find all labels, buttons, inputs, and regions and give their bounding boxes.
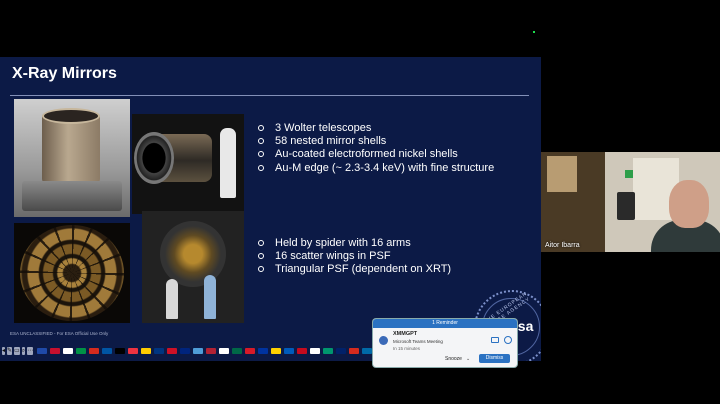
- more-options-icon[interactable]: ⋯: [27, 347, 34, 355]
- flag-icon: [89, 348, 100, 354]
- flag-icon: [167, 348, 178, 354]
- flag-icon: [63, 348, 74, 354]
- reminder-title: XMMGPT: [393, 331, 418, 337]
- bullet-icon: [258, 252, 264, 259]
- status-led: [533, 31, 535, 33]
- bullet-icon: [258, 124, 264, 131]
- slide-toolbar: ◂ ✎ ▭ ⌕ ⋯: [0, 345, 386, 357]
- bullet-item: 16 scatter wings in PSF: [258, 249, 451, 262]
- bullet-icon: [258, 239, 264, 246]
- flag-icon: [154, 348, 165, 354]
- flag-icon: [323, 348, 334, 354]
- snooze-button[interactable]: Snooze: [445, 356, 462, 362]
- flag-icon: [115, 348, 126, 354]
- bullet-icon: [258, 151, 264, 158]
- chat-icon[interactable]: [504, 336, 512, 344]
- view-icon[interactable]: ▭: [14, 347, 20, 355]
- participant-name: Aitor Ibarra: [545, 242, 580, 249]
- flag-icon: [141, 348, 152, 354]
- bullet-item: 3 Wolter telescopes: [258, 121, 494, 134]
- flag-icon: [310, 348, 321, 354]
- participant-face: [669, 180, 709, 228]
- bullet-item: Au-M edge (~ 2.3-3.4 keV) with fine stru…: [258, 161, 494, 174]
- flag-icon: [297, 348, 308, 354]
- flag-icon: [50, 348, 61, 354]
- bullet-list-top: 3 Wolter telescopes 58 nested mirror she…: [258, 121, 494, 174]
- dismiss-button[interactable]: Dismiss: [479, 354, 510, 363]
- bullet-list-bottom: Held by spider with 16 arms 16 scatter w…: [258, 236, 451, 276]
- flag-icon: [76, 348, 87, 354]
- bullet-icon: [258, 164, 264, 171]
- previous-slide-icon[interactable]: ◂: [2, 347, 6, 355]
- flag-icon: [258, 348, 269, 354]
- zoom-icon[interactable]: ⌕: [21, 347, 26, 355]
- reminder-notification: 1 Reminder XMMGPT Microsoft Teams Meetin…: [373, 319, 517, 367]
- reminder-subtitle: Microsoft Teams Meeting: [393, 339, 443, 344]
- member-state-flags: [37, 348, 388, 354]
- flag-icon: [349, 348, 360, 354]
- bullet-item: Held by spider with 16 arms: [258, 236, 451, 249]
- flag-icon: [232, 348, 243, 354]
- flag-icon: [271, 348, 282, 354]
- flag-icon: [336, 348, 347, 354]
- participant-video-tile[interactable]: Aitor Ibarra: [541, 152, 720, 252]
- bullet-item: Au-coated electroformed nickel shells: [258, 148, 494, 161]
- flag-icon: [102, 348, 113, 354]
- presentation-slide: X-Ray Mirrors 3 Wolter telescopes 58 nes…: [0, 57, 541, 361]
- bullet-icon: [258, 137, 264, 144]
- calendar-icon: [379, 336, 388, 345]
- flag-icon: [284, 348, 295, 354]
- pen-icon[interactable]: ✎: [7, 347, 13, 355]
- reminder-time: In 15 minutes: [393, 346, 421, 351]
- chevron-down-icon[interactable]: ⌄: [466, 356, 470, 362]
- title-divider: [10, 95, 529, 96]
- flag-icon: [128, 348, 139, 354]
- mirror-spider-photo: [14, 223, 130, 323]
- slide-title: X-Ray Mirrors: [12, 65, 117, 82]
- flag-icon: [362, 348, 373, 354]
- flag-icon: [206, 348, 217, 354]
- exit-sign-icon: [625, 170, 633, 178]
- reminder-header: 1 Reminder: [373, 319, 517, 328]
- speaker-icon: [617, 192, 635, 220]
- bullet-item: Triangular PSF (dependent on XRT): [258, 263, 451, 276]
- flag-icon: [219, 348, 230, 354]
- telescope-assembly-photo: [132, 114, 244, 214]
- join-video-icon[interactable]: [491, 337, 499, 343]
- flag-icon: [180, 348, 191, 354]
- flag-icon: [37, 348, 48, 354]
- flag-icon: [193, 348, 204, 354]
- classification-footer: ESA UNCLASSIFIED - For ESA Official Use …: [10, 331, 109, 336]
- cleanroom-technicians-photo: [142, 211, 244, 323]
- bullet-item: 58 nested mirror shells: [258, 134, 494, 147]
- bullet-icon: [258, 266, 264, 273]
- flag-icon: [245, 348, 256, 354]
- mirror-module-photo: [14, 99, 130, 217]
